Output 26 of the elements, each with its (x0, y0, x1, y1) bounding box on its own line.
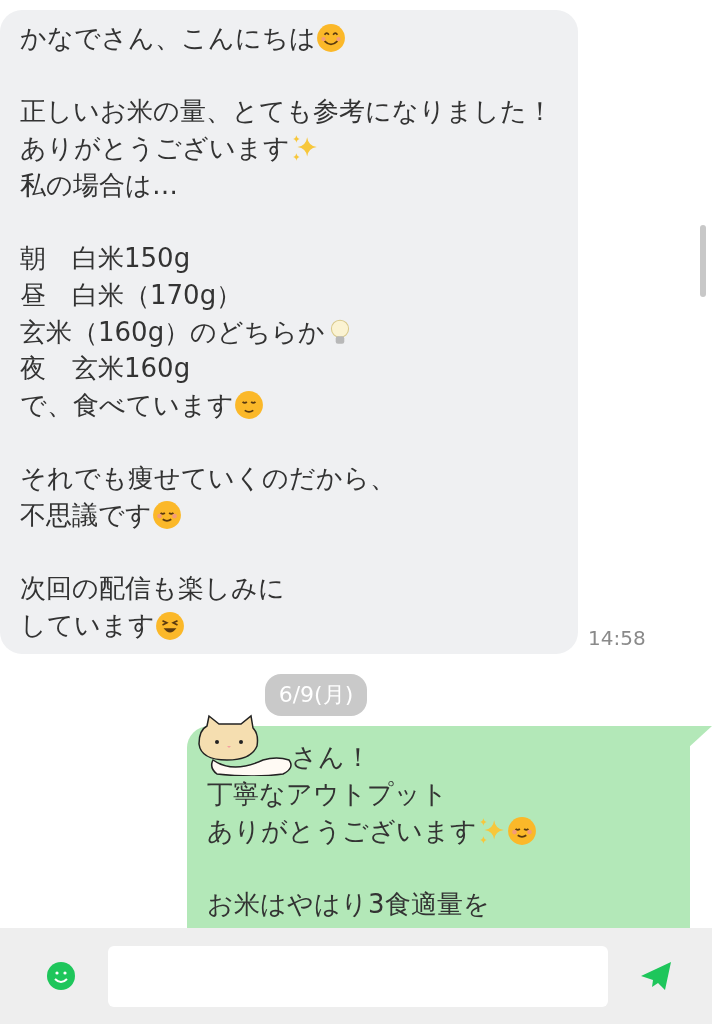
message-text: それでも痩せていくのだから、 (20, 462, 396, 496)
laughing-face-icon (155, 610, 185, 641)
scroll-bar (700, 225, 706, 297)
message-text: 玄米（160g）のどちらか (20, 315, 326, 349)
message-text: ありがとうございます (20, 132, 290, 166)
message-text: かなでさん、こんにちは (20, 22, 316, 55)
message-text: さん！ (291, 740, 371, 774)
message-text: 昼 白米（170g） (20, 278, 243, 312)
message-text: 正しいお米の量、とても参考になりました！ (20, 95, 553, 129)
smiling-face-icon (152, 500, 182, 531)
smiling-face-icon (234, 390, 264, 421)
message-text: 次回の配信も楽しみに (20, 572, 285, 606)
message-text: 不思議です (20, 499, 152, 533)
smiling-face-icon (507, 815, 537, 846)
message-text: 丁寧なアウトプット (207, 777, 448, 811)
message-text: で、食べています (20, 389, 234, 422)
message-text: 夜 玄米160g (20, 352, 191, 386)
message-text: しています (20, 609, 155, 643)
message-text: 朝 白米150g (20, 242, 191, 276)
message-time: 14:58 (588, 625, 646, 652)
send-button[interactable] (640, 961, 672, 991)
message-text: お米はやはり3食適量を (207, 888, 490, 921)
smiling-face-icon (316, 23, 346, 54)
message-text: 私の場合は… (20, 168, 178, 202)
message-text: ありがとうございます (207, 814, 477, 848)
emoji-button[interactable] (46, 961, 76, 991)
